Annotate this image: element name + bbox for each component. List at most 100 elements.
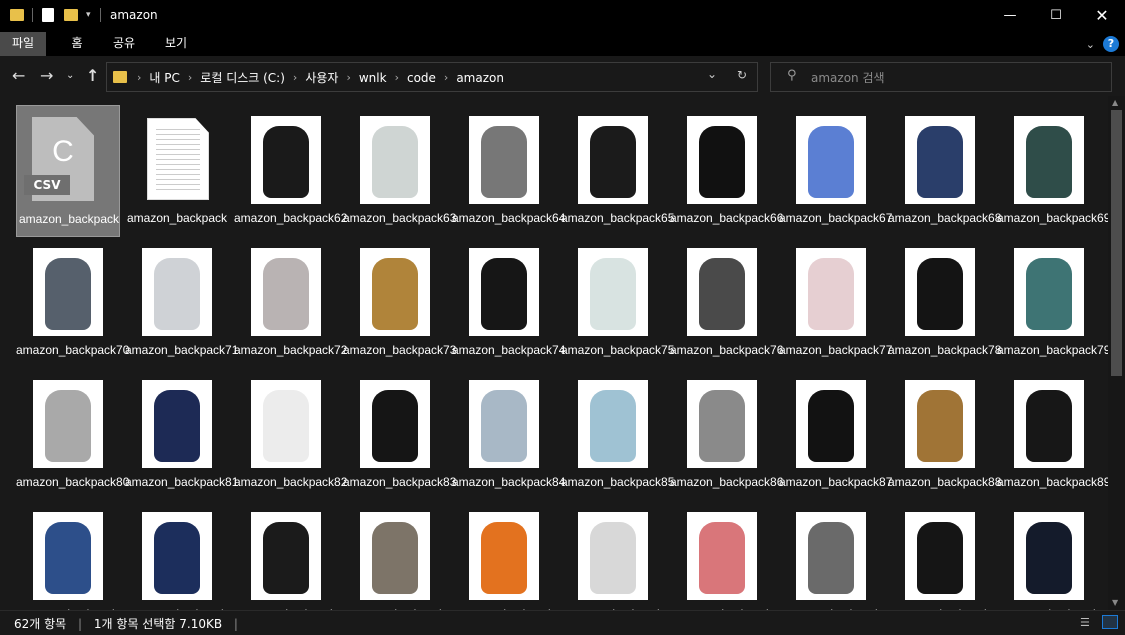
file-item[interactable]: amazon_backpack (125, 105, 229, 237)
file-name: amazon_backpack70 (16, 343, 130, 357)
close-button[interactable]: ✕ (1079, 0, 1125, 32)
item-count: 62개 항목 (14, 617, 67, 631)
file-item[interactable]: amazon_backpack70 (16, 237, 130, 369)
file-item[interactable]: amazon_backpack84 (452, 369, 565, 501)
large-icons-view-icon[interactable] (1102, 615, 1118, 629)
file-name: amazon_backpack74 (452, 343, 566, 357)
minimize-button[interactable]: — (987, 0, 1033, 32)
file-item[interactable]: amazon_backpack71 (125, 237, 238, 369)
refresh-icon[interactable]: ↻ (737, 68, 747, 82)
file-name: amazon_backpack78 (888, 343, 1002, 357)
backpack-thumbnail (251, 512, 321, 600)
file-item[interactable]: amazon_backpack (997, 501, 1101, 610)
maximize-button[interactable]: ☐ (1033, 0, 1079, 32)
scroll-down-icon[interactable]: ▼ (1112, 598, 1118, 607)
crumb-this-pc[interactable]: 내 PC (149, 69, 179, 86)
up-button[interactable]: ↑ (86, 66, 99, 85)
backpack-image (481, 390, 527, 462)
backpack-image (917, 258, 963, 330)
file-item[interactable]: amazon_backpack73 (343, 237, 456, 369)
file-item[interactable]: amazon_backpack63 (343, 105, 456, 237)
backpack-image (808, 390, 854, 462)
file-item[interactable]: amazon_backpack75 (561, 237, 674, 369)
file-item[interactable]: amazon_backpack83 (343, 369, 456, 501)
backpack-thumbnail (796, 248, 866, 336)
file-item[interactable]: amazon_backpack (16, 501, 120, 610)
details-view-icon[interactable]: ☰ (1080, 616, 1090, 629)
file-item[interactable]: amazon_backpack62 (234, 105, 347, 237)
backpack-thumbnail (360, 380, 430, 468)
file-item[interactable]: amazon_backpack77 (779, 237, 892, 369)
help-icon[interactable]: ? (1103, 36, 1119, 52)
crumb-amazon[interactable]: amazon (456, 71, 504, 85)
quick-access-dropdown-icon[interactable]: ▾ (86, 10, 91, 20)
file-item[interactable]: C CSV amazon_backpack (16, 105, 120, 237)
vertical-scrollbar[interactable]: ▲ ▼ (1108, 96, 1125, 610)
file-item[interactable]: amazon_backpack (343, 501, 447, 610)
backpack-thumbnail (251, 116, 321, 204)
crumb-wnlk[interactable]: wnlk (359, 71, 387, 85)
file-item[interactable]: amazon_backpack76 (670, 237, 783, 369)
crumb-code[interactable]: code (407, 71, 436, 85)
forward-button[interactable]: → (40, 66, 53, 85)
file-item[interactable]: amazon_backpack82 (234, 369, 347, 501)
file-item[interactable]: amazon_backpack69 (997, 105, 1108, 237)
backpack-thumbnail (142, 512, 212, 600)
search-icon: ⚲ (787, 68, 797, 83)
new-folder-icon[interactable] (64, 9, 78, 21)
tab-view[interactable]: 보기 (156, 32, 196, 56)
file-item[interactable]: amazon_backpack (234, 501, 338, 610)
file-item[interactable]: amazon_backpack (779, 501, 883, 610)
backpack-thumbnail (1014, 380, 1084, 468)
backpack-image (45, 258, 91, 330)
file-name: amazon_backpack65 (561, 211, 675, 225)
csv-badge: CSV (24, 175, 70, 195)
backpack-image (1026, 522, 1072, 594)
recent-locations-icon[interactable]: ⌄ (66, 70, 74, 81)
file-item[interactable]: amazon_backpack79 (997, 237, 1108, 369)
file-item[interactable]: amazon_backpack87 (779, 369, 892, 501)
backpack-thumbnail (578, 380, 648, 468)
crumb-users[interactable]: 사용자 (305, 69, 338, 86)
backpack-image (154, 522, 200, 594)
tab-file[interactable]: 파일 (0, 32, 46, 56)
file-item[interactable]: amazon_backpack74 (452, 237, 566, 369)
tab-share[interactable]: 공유 (104, 32, 144, 56)
scroll-up-icon[interactable]: ▲ (1112, 98, 1118, 107)
file-item[interactable]: amazon_backpack81 (125, 369, 238, 501)
file-item[interactable]: amazon_backpack89 (997, 369, 1108, 501)
status-bar: 62개 항목 | 1개 항목 선택함 7.10KB | ☰ (0, 610, 1125, 635)
file-item[interactable]: amazon_backpack (670, 501, 774, 610)
search-input[interactable]: ⚲ amazon 검색 (770, 62, 1112, 92)
file-item[interactable]: amazon_backpack78 (888, 237, 1002, 369)
file-item[interactable]: amazon_backpack65 (561, 105, 675, 237)
file-item[interactable]: amazon_backpack72 (234, 237, 347, 369)
ribbon: 파일 홈 공유 보기 ⌄ ? (0, 32, 1125, 56)
file-item[interactable]: amazon_backpack80 (16, 369, 129, 501)
backpack-image (263, 126, 309, 198)
file-item[interactable]: amazon_backpack67 (779, 105, 892, 237)
file-item[interactable]: amazon_backpack88 (888, 369, 1001, 501)
scrollbar-thumb[interactable] (1111, 110, 1122, 376)
file-item[interactable]: amazon_backpack64 (452, 105, 565, 237)
backpack-thumbnail (796, 116, 866, 204)
file-item[interactable]: amazon_backpack86 (670, 369, 783, 501)
file-item[interactable]: amazon_backpack (125, 501, 229, 610)
file-item[interactable]: amazon_backpack (561, 501, 665, 610)
file-item[interactable]: amazon_backpack68 (888, 105, 1001, 237)
address-bar[interactable]: › 내 PC › 로컬 디스크 (C:) › 사용자 › wnlk › code… (106, 62, 758, 92)
crumb-local-disk[interactable]: 로컬 디스크 (C:) (200, 69, 285, 86)
backpack-thumbnail (142, 248, 212, 336)
file-item[interactable]: amazon_backpack85 (561, 369, 674, 501)
file-item[interactable]: amazon_backpack66 (670, 105, 783, 237)
file-item[interactable]: amazon_backpack (888, 501, 992, 610)
backpack-image (263, 258, 309, 330)
address-dropdown-icon[interactable]: ⌄ (707, 67, 717, 81)
file-grid: C CSV amazon_backpack amazon_backpack amazon… (0, 96, 1108, 610)
back-button[interactable]: ← (12, 66, 25, 85)
properties-icon[interactable] (42, 8, 54, 22)
file-item[interactable]: amazon_backpack (452, 501, 556, 610)
tab-home[interactable]: 홈 (58, 32, 96, 56)
breadcrumb: › 내 PC › 로컬 디스크 (C:) › 사용자 › wnlk › code… (137, 69, 504, 86)
expand-ribbon-icon[interactable]: ⌄ (1086, 38, 1095, 51)
